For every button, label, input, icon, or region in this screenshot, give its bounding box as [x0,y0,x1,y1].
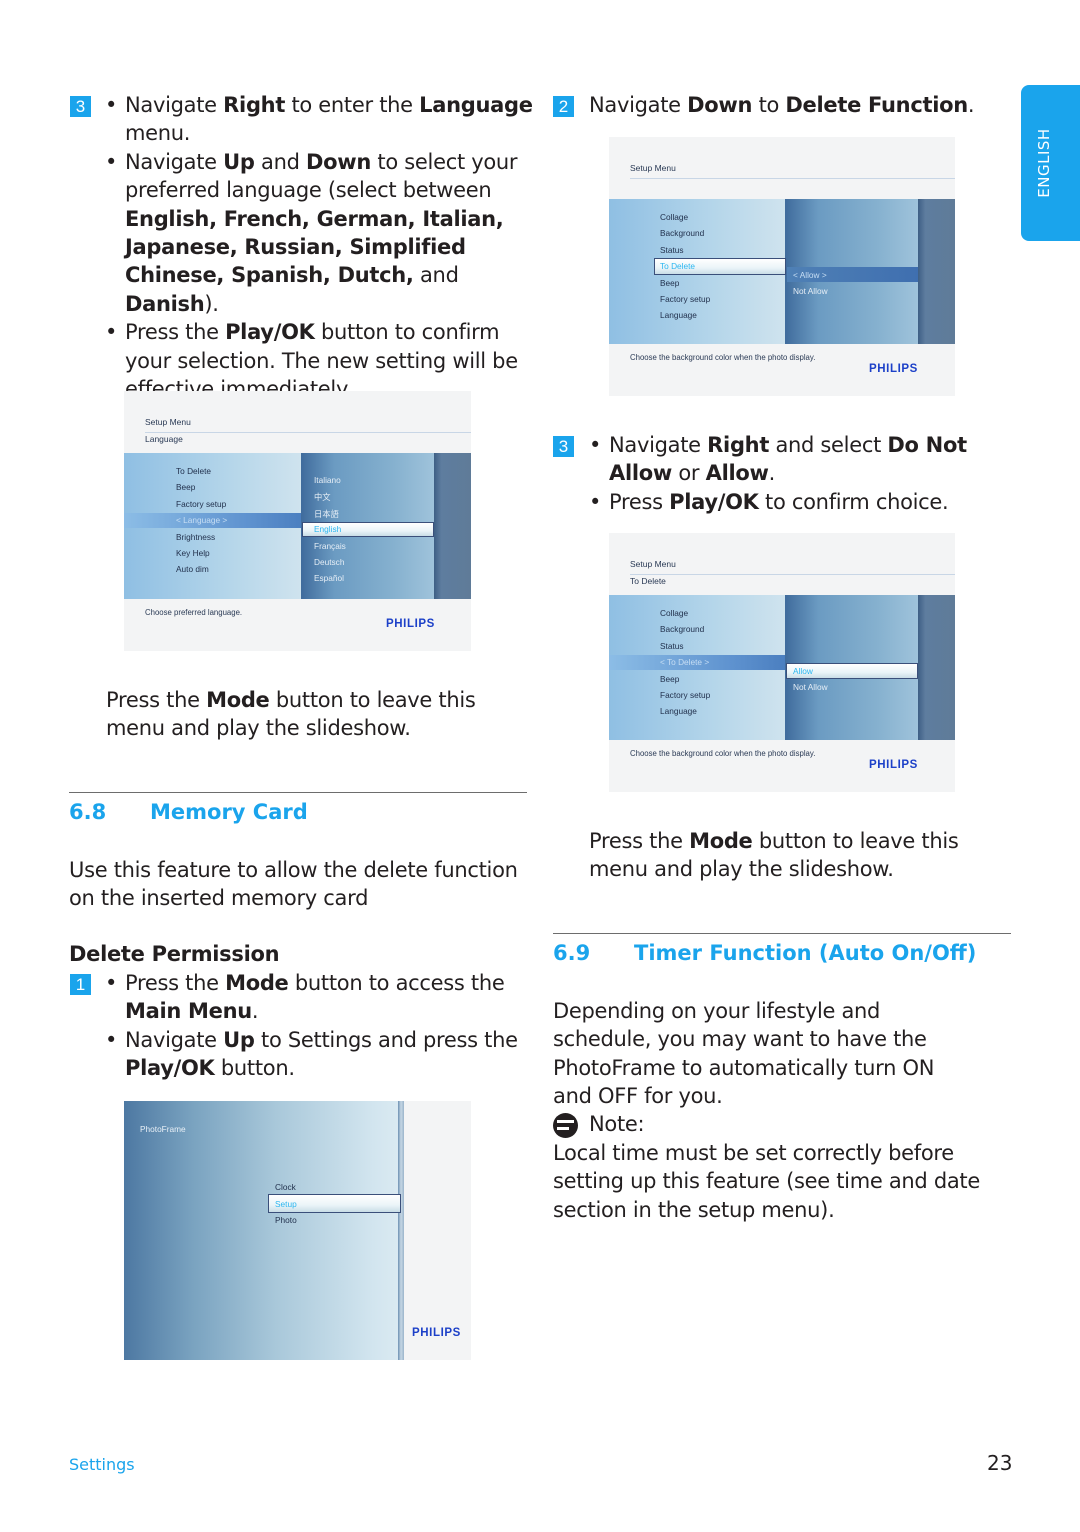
philips-logo: PHILIPS [869,363,918,375]
section-intro: Depending on your lifestyle and schedule… [553,999,935,1109]
menu-panel: Collage Background Status < To Delete > … [609,595,955,740]
footer-section-label: Settings [69,1455,135,1474]
menu-item: Beep [176,482,196,492]
step-number-1: 1 [70,974,91,995]
menu-item: Status [660,245,684,255]
bullet-item: • Press Play/OK to confirm choice. [589,489,949,514]
section-title: Memory Card [150,800,308,824]
screen-title: Setup Menu [630,163,676,173]
note-text: Local time must be set correctly before … [553,1141,980,1222]
menu-item: Language [660,310,697,320]
mode-paragraph: Press the Mode button to leave this menu… [589,829,959,882]
section-intro: Use this feature to allow the delete fun… [69,858,518,911]
menu-item: Collage [660,608,689,618]
language-menu-screenshot: Setup Menu Language To Delete Beep Facto… [124,391,471,651]
philips-logo: PHILIPS [869,759,918,771]
section-title: Timer Function (Auto On/Off) [634,941,977,965]
menu-item-highlighted: < Language > [176,515,228,525]
subheading: Delete Permission [69,942,280,966]
menu-item-selected: To Delete [660,261,696,271]
menu-item: Background [660,228,705,238]
menu-item: Beep [660,278,680,288]
menu-item: Factory setup [660,690,711,700]
menu-item: Beep [660,674,680,684]
delete-allow-screenshot: Setup Menu To Delete Collage Background … [609,533,955,792]
step1-bullets: • Press the Mode button to access the Mai… [105,969,525,1083]
screen-title: Setup Menu [145,417,191,427]
screen-footer-text: Choose the background color when the pho… [630,749,816,758]
option-item: 中文 [314,492,331,502]
option-item: Français [314,541,346,551]
option-item: Deutsch [314,557,345,567]
step3-bullets: • Navigate Right to enter the Language me… [105,91,535,403]
menu-item: Auto dim [176,564,209,574]
language-tab-label: ENGLISH [1035,128,1053,198]
note-label: Note: [589,1112,645,1136]
section-divider [553,933,1011,934]
option-item-highlighted: < Allow > [793,270,827,280]
section-number: 6.9 [553,941,591,965]
menu-item: Key Help [176,548,210,558]
option-item: 日本語 [314,509,339,519]
option-item-selected: English [314,524,342,534]
menu-item-selected: Setup [275,1199,297,1209]
step-number-3: 3 [553,436,574,457]
menu-item: Brightness [176,532,216,542]
menu-item: Clock [275,1182,296,1192]
page-number: 23 [987,1451,1013,1475]
option-item-selected: Allow [793,666,813,676]
mode-paragraph: Press the Mode button to leave this menu… [106,688,476,741]
menu-item: Background [660,624,705,634]
bullet-item: • Navigate Up to Settings and press the P… [105,1027,518,1081]
bullet-item: • Navigate Right to enter the Language me… [105,93,533,146]
language-tab: ENGLISH [1021,85,1080,241]
divider [630,574,955,575]
step-number-2: 2 [553,96,574,117]
bullet-item: • Press the Mode button to access the Mai… [105,971,505,1024]
menu-item: Factory setup [660,294,711,304]
divider [630,178,955,179]
menu-item-highlighted: < To Delete > [660,657,710,667]
philips-logo: PHILIPS [386,618,435,630]
section-divider [69,792,527,793]
bullet-item: • Navigate Up and Down to select your pre… [105,149,518,316]
menu-item: Factory setup [176,499,227,509]
option-item: Not Allow [793,286,828,296]
menu-item: Collage [660,212,689,222]
bullet-item: • Navigate Right and select Do Not Allow … [589,433,967,486]
menu-panel: To Delete Beep Factory setup < Language … [124,453,471,599]
screen-subtitle: Language [145,434,183,444]
delete-function-screenshot: Setup Menu Collage Background Status To … [609,137,955,396]
option-item: Not Allow [793,682,828,692]
menu-item: To Delete [176,466,212,476]
screen-title: Setup Menu [630,559,676,569]
menu-panel: Collage Background Status To Delete Beep… [609,199,955,344]
divider [145,432,471,433]
philips-logo: PHILIPS [412,1327,461,1339]
screen-title: PhotoFrame [140,1124,186,1134]
option-item: Italiano [314,475,341,485]
screen-footer-text: Choose the background color when the pho… [630,353,816,362]
note-icon [553,1113,578,1138]
step3-bullets: • Navigate Right and select Do Not Allow … [589,431,1019,516]
screen-subtitle: To Delete [630,576,666,586]
section-number: 6.8 [69,800,107,824]
main-menu-screenshot: PhotoFrame Clock Setup Photo PHILIPS [124,1101,471,1360]
step-number-3: 3 [70,96,91,117]
menu-item: Status [660,641,684,651]
step2-text: Navigate Down to Delete Function. [589,93,975,117]
option-item: Español [314,573,344,583]
screen-footer-text: Choose preferred language. [145,608,243,617]
menu-item: Photo [275,1215,297,1225]
menu-item: Language [660,706,697,716]
